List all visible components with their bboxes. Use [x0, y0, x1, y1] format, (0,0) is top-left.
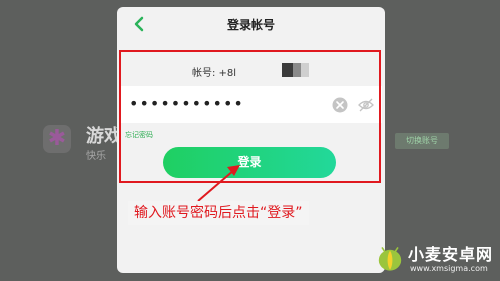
- annotation-instruction: 输入账号密码后点击“登录”: [128, 201, 309, 225]
- switch-account-button[interactable]: 切换账号: [395, 133, 449, 149]
- watermark-logo: 小麦安卓网 www.xmsigma.com: [372, 238, 500, 281]
- dialog-title: 登录帐号: [226, 18, 275, 32]
- highlight-box: [119, 50, 381, 183]
- dialog-header: 登录帐号: [117, 7, 385, 41]
- app-subtitle: 快乐: [86, 151, 106, 162]
- app-icon: ✱: [43, 125, 71, 153]
- watermark-url: www.xmsigma.com: [410, 264, 488, 273]
- android-logo-icon: [378, 246, 402, 271]
- watermark-name: 小麦安卓网: [408, 245, 494, 264]
